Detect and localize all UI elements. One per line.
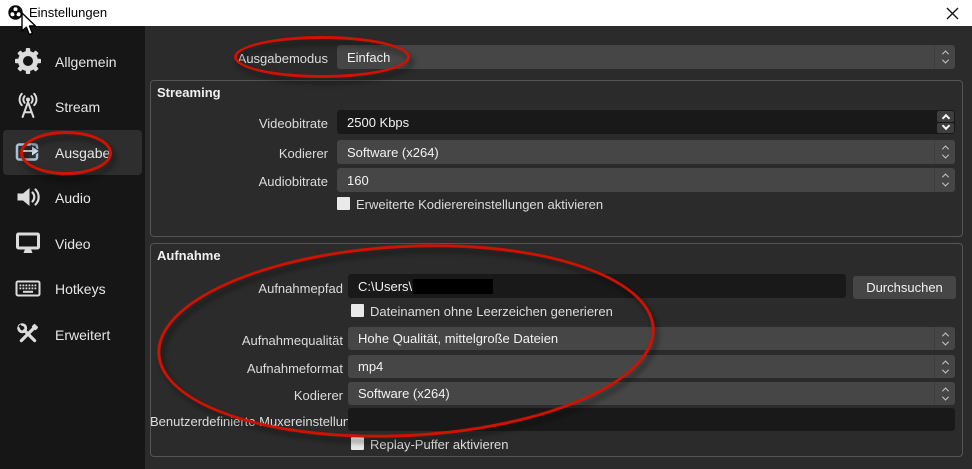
sidebar-item-video[interactable]: Video bbox=[3, 221, 142, 266]
chevron-updown-icon bbox=[934, 327, 955, 350]
spin-up-button[interactable] bbox=[937, 111, 954, 122]
spinbox-buttons bbox=[937, 111, 954, 133]
sidebar-item-label: Hotkeys bbox=[55, 281, 106, 297]
close-button[interactable] bbox=[936, 0, 968, 26]
muxer-settings-label: Benutzerdefinierte Muxereinstellungen bbox=[150, 414, 343, 429]
sidebar-item-label: Audio bbox=[55, 190, 91, 206]
video-bitrate-spinbox[interactable]: 2500 Kbps bbox=[337, 110, 955, 134]
sidebar-item-audio[interactable]: Audio bbox=[3, 175, 142, 220]
spin-down-button[interactable] bbox=[937, 123, 954, 134]
chevron-updown-icon bbox=[934, 382, 955, 405]
chevron-updown-icon bbox=[934, 45, 955, 69]
recording-encoder-label: Kodierer bbox=[195, 388, 343, 403]
window-title: Einstellungen bbox=[29, 5, 107, 20]
advanced-encoder-checkbox-label: Erweiterte Kodierereinstellungen aktivie… bbox=[356, 197, 603, 212]
sidebar-item-erweitert[interactable]: Erweitert bbox=[3, 312, 142, 357]
replay-buffer-checkbox[interactable] bbox=[351, 437, 364, 450]
recording-encoder-value: Software (x264) bbox=[358, 386, 450, 401]
recording-format-value: mp4 bbox=[358, 359, 383, 374]
recording-path-value: C:\Users\ bbox=[358, 279, 412, 294]
sidebar-item-stream[interactable]: Stream bbox=[3, 84, 142, 129]
audio-bitrate-value: 160 bbox=[347, 173, 369, 188]
monitor-icon bbox=[14, 229, 42, 257]
gear-icon bbox=[14, 47, 42, 75]
streaming-group-title: Streaming bbox=[157, 85, 221, 100]
recording-path-input[interactable]: C:\Users\ bbox=[348, 274, 846, 298]
recording-format-label: Aufnahmeformat bbox=[195, 361, 343, 376]
sidebar-item-allgemein[interactable]: Allgemein bbox=[3, 39, 142, 84]
tools-icon bbox=[14, 320, 42, 348]
titlebar: Einstellungen bbox=[0, 0, 972, 26]
redaction-block bbox=[413, 279, 493, 294]
settings-sidebar: Allgemein Stream Ausgabe bbox=[0, 26, 145, 469]
output-icon bbox=[14, 138, 42, 166]
stream-encoder-select[interactable]: Software (x264) bbox=[337, 140, 955, 164]
chevron-down-icon bbox=[941, 121, 949, 129]
sidebar-item-label: Video bbox=[55, 236, 91, 252]
broadcast-icon bbox=[14, 92, 42, 120]
obs-logo-icon bbox=[8, 5, 23, 20]
settings-window: Einstellungen bbox=[0, 0, 972, 469]
chevron-updown-icon bbox=[934, 140, 955, 164]
no-spaces-checkbox-label: Dateinamen ohne Leerzeichen generieren bbox=[370, 304, 613, 319]
sidebar-item-hotkeys[interactable]: Hotkeys bbox=[3, 266, 142, 311]
video-bitrate-value: 2500 Kbps bbox=[347, 115, 409, 130]
audio-bitrate-select[interactable]: 160 bbox=[337, 168, 955, 192]
keyboard-icon bbox=[14, 274, 42, 302]
stream-encoder-label: Kodierer bbox=[180, 146, 328, 161]
recording-path-label: Aufnahmepfad bbox=[195, 281, 343, 296]
sidebar-item-ausgabe[interactable]: Ausgabe bbox=[3, 130, 142, 175]
sidebar-item-label: Stream bbox=[55, 99, 100, 115]
stream-encoder-value: Software (x264) bbox=[347, 145, 439, 160]
muxer-settings-input[interactable] bbox=[348, 408, 955, 431]
output-mode-select[interactable]: Einfach bbox=[337, 45, 955, 69]
chevron-updown-icon bbox=[934, 168, 955, 192]
output-mode-value: Einfach bbox=[347, 50, 390, 65]
browse-button[interactable]: Durchsuchen bbox=[853, 276, 956, 299]
speaker-icon bbox=[14, 183, 42, 211]
recording-quality-label: Aufnahmequalität bbox=[195, 333, 343, 348]
advanced-encoder-checkbox[interactable] bbox=[337, 197, 350, 210]
video-bitrate-label: Videobitrate bbox=[180, 116, 328, 131]
chevron-updown-icon bbox=[934, 355, 955, 378]
recording-encoder-select[interactable]: Software (x264) bbox=[348, 382, 955, 405]
audio-bitrate-label: Audiobitrate bbox=[180, 174, 328, 189]
sidebar-item-label: Allgemein bbox=[55, 54, 116, 70]
recording-group-title: Aufnahme bbox=[157, 248, 221, 263]
recording-quality-select[interactable]: Hohe Qualität, mittelgroße Dateien bbox=[348, 327, 955, 350]
no-spaces-checkbox[interactable] bbox=[351, 304, 364, 317]
output-mode-label: Ausgabemodus bbox=[180, 51, 328, 66]
sidebar-item-label: Erweitert bbox=[55, 327, 110, 343]
sidebar-item-label: Ausgabe bbox=[55, 145, 110, 161]
replay-buffer-checkbox-label: Replay-Puffer aktivieren bbox=[370, 437, 509, 452]
recording-format-select[interactable]: mp4 bbox=[348, 355, 955, 378]
close-icon bbox=[946, 7, 959, 20]
recording-quality-value: Hohe Qualität, mittelgroße Dateien bbox=[358, 331, 558, 346]
